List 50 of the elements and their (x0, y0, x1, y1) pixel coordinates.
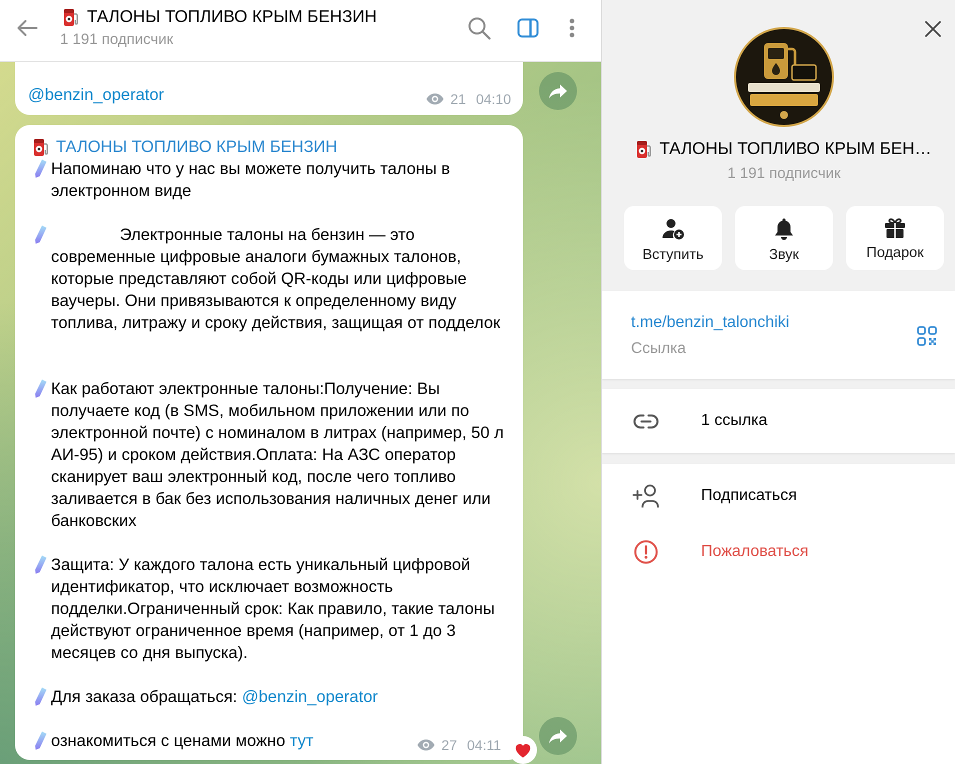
message-time: 04:10 (476, 90, 511, 108)
view-count: 21 (450, 90, 466, 108)
close-icon[interactable] (925, 21, 941, 37)
pen-icon (33, 379, 47, 398)
fuel-pump-icon (636, 140, 652, 158)
message-text: Для заказа обращаться: @benzin_operator (51, 687, 379, 708)
exclamation-circle-icon (634, 540, 658, 564)
profile-title: ТАЛОНЫ ТОПЛИВО КРЫМ БЕН… (659, 138, 932, 160)
message-text: Защита: У каждого талона есть уникальный цифровой идентификатор, что исключает возможность подделки.Ограниченный срок: Как правило, такие талоны действуют ограниченное время (например, от 1 до 3 месяцев со дня выпуска). (51, 555, 496, 664)
bell-icon (774, 217, 794, 241)
link-icon (633, 414, 659, 428)
subscribe-item[interactable]: Подписаться (602, 468, 955, 524)
channel-title: ТАЛОНЫ ТОПЛИВО КРЫМ БЕНЗИН (87, 7, 377, 27)
inline-link[interactable]: @benzin_operator (242, 688, 378, 706)
channel-link[interactable]: t.me/benzin_talonchiki (631, 312, 790, 334)
message-text: Как работают электронные талоны:Получение: Вы получаете код (в SMS, мобильном приложении или по электронной почте) с номиналом в литрах (например, 50 л АИ-95) и сроком действия.Оплата: На АЗС оператор сканирует ваш электронный код, после чего топливо заливается в бак без использования наличных денег или банковских (51, 379, 505, 532)
join-button[interactable]: Вступить (624, 206, 722, 270)
fuel-pump-icon (63, 8, 79, 26)
qr-code-icon[interactable] (917, 326, 937, 346)
sound-button[interactable]: Звук (735, 206, 833, 270)
report-item[interactable]: Пожаловаться (602, 524, 955, 580)
pen-icon (33, 731, 47, 750)
fuel-pump-icon (33, 138, 49, 156)
message-time: 04:11 (467, 736, 501, 754)
person-plus-icon (632, 484, 660, 508)
message-text: ознакомиться с ценами можно тут (51, 731, 314, 752)
side-panel-icon[interactable] (516, 16, 540, 40)
message-text: Напоминаю что у нас вы можете получить талоны в электронном виде (51, 159, 452, 202)
eye-icon (417, 739, 436, 751)
gift-button[interactable]: Подарок (846, 206, 944, 270)
pen-icon (33, 687, 47, 706)
more-menu-icon[interactable] (569, 18, 575, 38)
message-text: Электронные талоны на бензин — это современные цифровые аналоги бумажных талонов, которые представляют собой QR-коды или цифровые ваучеры. Они привязываются к определенному виду топлива, литражу и сроку действия, защищая от подделок (51, 225, 502, 334)
links-item[interactable]: 1 ссылка (602, 389, 955, 453)
person-plus-icon (661, 217, 685, 241)
view-count: 27 (441, 736, 457, 754)
subscriber-count: 1 191 подписчик (727, 164, 841, 184)
link-caption: Ссылка (631, 339, 686, 359)
subscriber-count: 1 191 подписчик (60, 30, 174, 50)
channel-name[interactable]: ТАЛОНЫ ТОПЛИВО КРЫМ БЕНЗИН (56, 136, 338, 158)
forward-icon[interactable] (539, 72, 577, 110)
pen-icon (33, 555, 47, 574)
pen-icon (33, 159, 47, 178)
gift-icon (884, 217, 906, 239)
inline-link[interactable]: тут (290, 732, 314, 750)
inline-link[interactable]: @benzin_operator (28, 84, 164, 106)
pen-icon (33, 225, 47, 244)
search-icon[interactable] (467, 16, 491, 40)
forward-icon[interactable] (539, 717, 577, 755)
eye-icon (426, 93, 444, 105)
